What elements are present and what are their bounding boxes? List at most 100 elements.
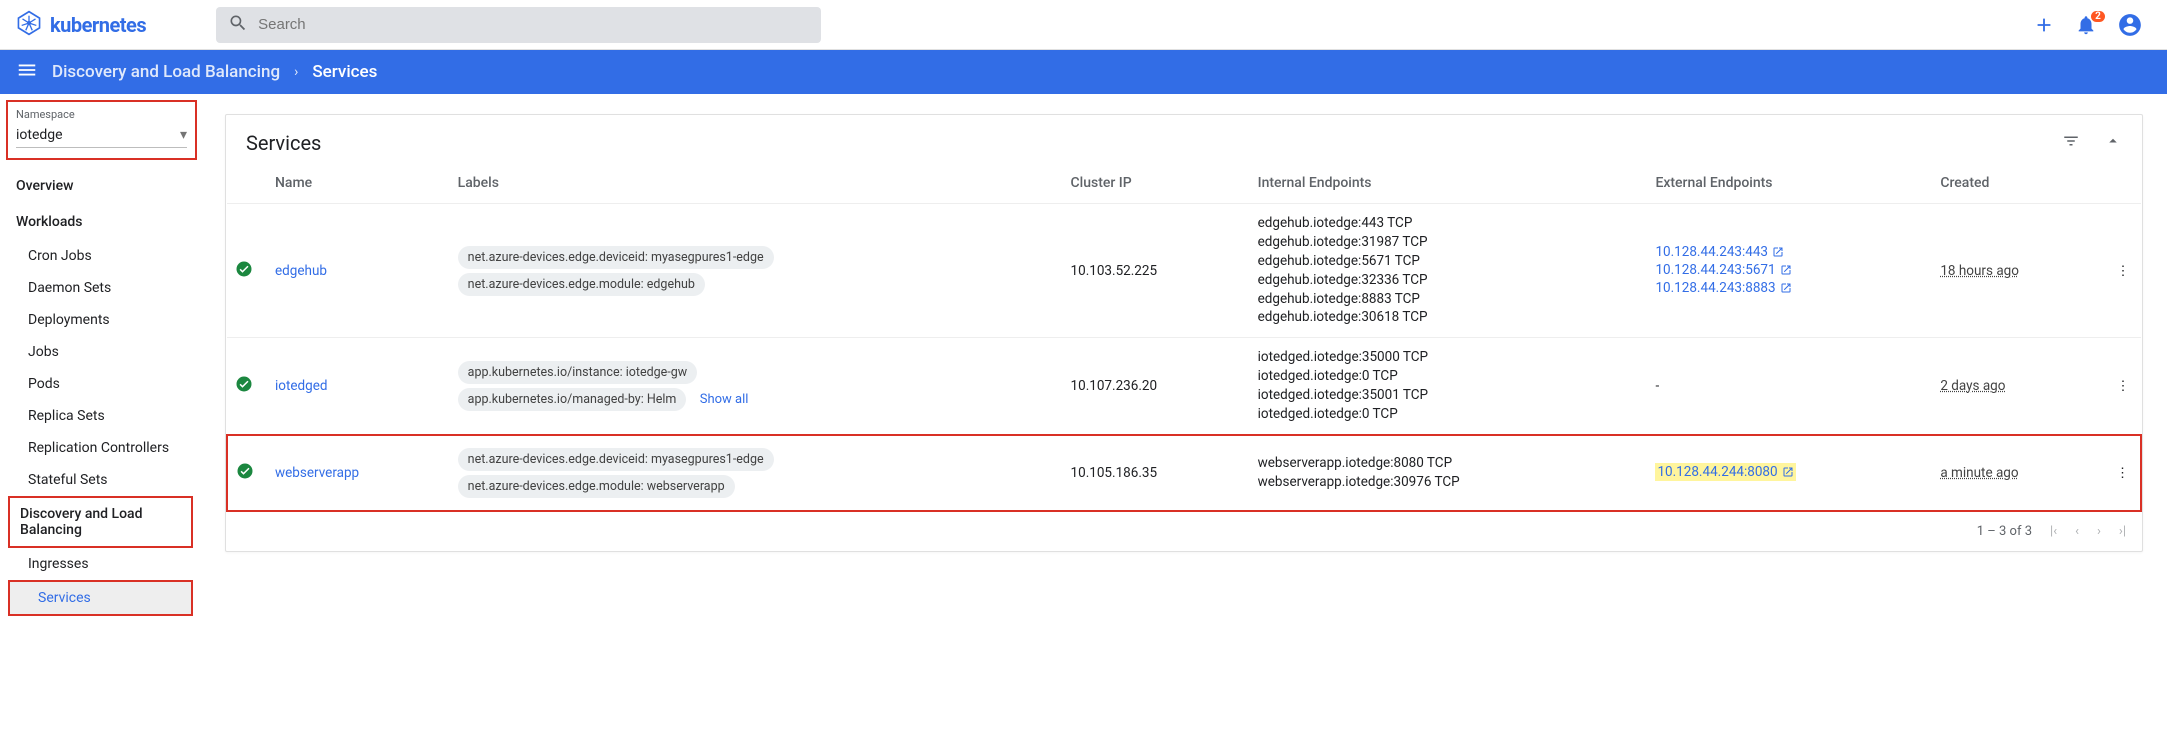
internal-endpoint: webserverapp.iotedge:8080 TCP — [1258, 454, 1640, 473]
status-ok-icon — [235, 266, 253, 282]
sidebar-item-statefulsets[interactable]: Stateful Sets — [0, 464, 201, 496]
brand-text: kubernetes — [50, 13, 146, 37]
caret-down-icon: ▾ — [180, 127, 187, 143]
search-box[interactable] — [216, 7, 821, 43]
chevron-right-icon: › — [294, 64, 298, 80]
notifications-button[interactable]: 2 — [2075, 14, 2097, 36]
internal-endpoint: edgehub.iotedge:8883 TCP — [1258, 290, 1640, 309]
cluster-ip: 10.107.236.20 — [1063, 338, 1250, 435]
external-endpoint-empty: - — [1647, 338, 1932, 435]
breadcrumb-parent[interactable]: Discovery and Load Balancing — [52, 62, 280, 82]
sidebar: Namespace iotedge ▾ Overview Workloads C… — [0, 94, 201, 632]
caret-up-icon — [2104, 132, 2122, 150]
row-actions-button[interactable]: ⋮ — [2105, 435, 2141, 511]
page-prev-button[interactable]: ‹ — [2075, 524, 2079, 539]
created-time: 18 hours ago — [1940, 263, 2019, 279]
open-external-icon — [1780, 282, 1792, 298]
main-content: Services Name Labels Cluster IP Internal… — [201, 94, 2167, 632]
plus-icon — [2033, 14, 2055, 36]
row-actions-button[interactable]: ⋮ — [2105, 338, 2141, 435]
open-external-icon — [1780, 264, 1792, 280]
create-button[interactable] — [2033, 14, 2055, 36]
breadcrumb-bar: Discovery and Load Balancing › Services — [0, 50, 2167, 94]
label-chip: app.kubernetes.io/managed-by: Helm — [458, 388, 687, 411]
service-link[interactable]: edgehub — [275, 263, 327, 279]
cluster-ip: 10.105.186.35 — [1063, 435, 1250, 511]
hamburger-icon — [16, 59, 38, 81]
page-next-button[interactable]: › — [2097, 524, 2101, 539]
sidebar-workloads-heading[interactable]: Workloads — [0, 204, 201, 240]
internal-endpoint: edgehub.iotedge:5671 TCP — [1258, 252, 1640, 271]
internal-endpoint: iotedged.iotedge:0 TCP — [1258, 405, 1640, 424]
collapse-button[interactable] — [2104, 132, 2122, 154]
sidebar-item-replicationcontrollers[interactable]: Replication Controllers — [0, 432, 201, 464]
sidebar-dlb-heading[interactable]: Discovery and Load Balancing — [8, 496, 193, 548]
external-endpoint-link[interactable]: 10.128.44.243:8883 — [1655, 280, 1791, 296]
status-ok-icon — [236, 468, 254, 484]
col-internal[interactable]: Internal Endpoints — [1250, 163, 1648, 204]
page-first-button[interactable]: |‹ — [2050, 524, 2057, 539]
table-row: webserverapp net.azure-devices.edge.devi… — [227, 435, 2141, 511]
created-time: a minute ago — [1940, 465, 2018, 481]
label-chip: net.azure-devices.edge.module: edgehub — [458, 273, 705, 296]
internal-endpoint: edgehub.iotedge:32336 TCP — [1258, 271, 1640, 290]
label-chip: net.azure-devices.edge.deviceid: myasegp… — [458, 448, 774, 471]
namespace-value: iotedge — [16, 127, 63, 143]
col-name[interactable]: Name — [267, 163, 450, 204]
row-actions-button[interactable]: ⋮ — [2105, 204, 2141, 338]
open-external-icon — [1772, 246, 1784, 262]
sidebar-overview[interactable]: Overview — [0, 168, 201, 204]
pagination-range: 1 – 3 of 3 — [1977, 524, 2032, 539]
table-row: edgehub net.azure-devices.edge.deviceid:… — [227, 204, 2141, 338]
internal-endpoint: edgehub.iotedge:30618 TCP — [1258, 308, 1640, 327]
col-labels[interactable]: Labels — [450, 163, 1063, 204]
breadcrumb-current: Services — [312, 62, 377, 82]
sidebar-item-jobs[interactable]: Jobs — [0, 336, 201, 368]
internal-endpoint: iotedged.iotedge:35001 TCP — [1258, 386, 1640, 405]
external-endpoint-link[interactable]: 10.128.44.243:443 — [1655, 244, 1784, 260]
search-icon — [228, 13, 248, 37]
label-chip: net.azure-devices.edge.module: webserver… — [458, 475, 735, 498]
internal-endpoint: edgehub.iotedge:31987 TCP — [1258, 233, 1640, 252]
internal-endpoint: webserverapp.iotedge:30976 TCP — [1258, 473, 1640, 492]
sidebar-item-pods[interactable]: Pods — [0, 368, 201, 400]
col-external[interactable]: External Endpoints — [1647, 163, 1932, 204]
col-created[interactable]: Created — [1932, 163, 2105, 204]
account-button[interactable] — [2117, 12, 2143, 38]
cluster-ip: 10.103.52.225 — [1063, 204, 1250, 338]
service-link[interactable]: iotedged — [275, 378, 328, 394]
sidebar-item-cronjobs[interactable]: Cron Jobs — [0, 240, 201, 272]
card-title: Services — [246, 131, 321, 155]
external-endpoint-link[interactable]: 10.128.44.243:5671 — [1655, 262, 1791, 278]
notifications-badge: 2 — [2091, 11, 2105, 22]
sidebar-item-replicasets[interactable]: Replica Sets — [0, 400, 201, 432]
col-clusterip[interactable]: Cluster IP — [1063, 163, 1250, 204]
show-all-labels[interactable]: Show all — [700, 392, 749, 407]
top-bar: kubernetes 2 — [0, 0, 2167, 50]
sidebar-item-deployments[interactable]: Deployments — [0, 304, 201, 336]
kubernetes-logo-icon — [16, 10, 42, 40]
label-chip: app.kubernetes.io/instance: iotedge-gw — [458, 361, 698, 384]
paginator: 1 – 3 of 3 |‹ ‹ › ›| — [226, 512, 2142, 551]
external-endpoint-link[interactable]: 10.128.44.244:8080 — [1655, 463, 1795, 481]
table-row: iotedged app.kubernetes.io/instance: iot… — [227, 338, 2141, 435]
sidebar-item-services[interactable]: Services — [8, 580, 193, 616]
brand-logo[interactable]: kubernetes — [16, 10, 146, 40]
internal-endpoint: iotedged.iotedge:0 TCP — [1258, 367, 1640, 386]
internal-endpoint: iotedged.iotedge:35000 TCP — [1258, 348, 1640, 367]
sidebar-item-ingresses[interactable]: Ingresses — [0, 548, 201, 580]
filter-icon — [2062, 132, 2080, 150]
status-ok-icon — [235, 381, 253, 397]
created-time: 2 days ago — [1940, 378, 2005, 394]
sidebar-item-daemonsets[interactable]: Daemon Sets — [0, 272, 201, 304]
filter-button[interactable] — [2062, 132, 2080, 154]
menu-button[interactable] — [16, 59, 38, 85]
open-external-icon — [1782, 466, 1794, 482]
search-input[interactable] — [258, 16, 809, 33]
service-link[interactable]: webserverapp — [275, 465, 359, 481]
namespace-label: Namespace — [16, 108, 187, 121]
namespace-selector[interactable]: Namespace iotedge ▾ — [6, 100, 197, 160]
label-chip: net.azure-devices.edge.deviceid: myasegp… — [458, 246, 774, 269]
account-icon — [2117, 12, 2143, 38]
page-last-button[interactable]: ›| — [2119, 524, 2126, 539]
